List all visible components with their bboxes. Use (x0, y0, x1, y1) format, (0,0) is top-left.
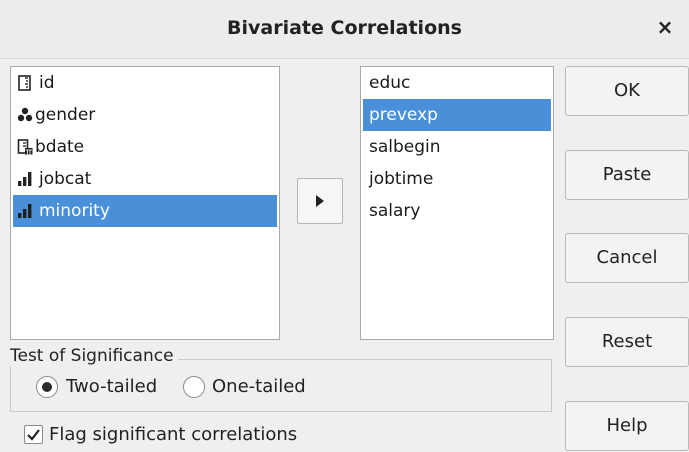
target-variable-list[interactable]: educ prevexp salbegin jobtime salary (360, 66, 554, 340)
two-tailed-radio[interactable] (36, 376, 58, 398)
ordinal-bars-icon (18, 172, 32, 186)
significance-group-label: Test of Significance (10, 346, 178, 366)
one-tailed-label[interactable]: One-tailed (212, 376, 306, 398)
nominal-icon (17, 107, 33, 122)
title-bar: Bivariate Correlations × (0, 0, 689, 59)
list-item[interactable]: bdate (13, 131, 277, 163)
list-item[interactable]: jobtime (363, 163, 551, 195)
radio-selected-dot (42, 382, 52, 392)
reset-button[interactable]: Reset (565, 317, 689, 367)
two-tailed-label[interactable]: Two-tailed (66, 376, 157, 398)
flag-significant-checkbox[interactable] (24, 425, 43, 444)
dialog-title: Bivariate Correlations (227, 17, 462, 39)
list-item-selected[interactable]: prevexp (363, 99, 551, 131)
scale-ruler-icon (18, 75, 31, 91)
list-item[interactable]: salbegin (363, 131, 551, 163)
list-item-label: id (39, 73, 55, 93)
checkmark-icon (27, 429, 40, 441)
ordinal-bars-icon (18, 204, 32, 218)
ok-button[interactable]: OK (565, 66, 689, 116)
close-icon[interactable]: × (653, 15, 677, 39)
list-item-label: gender (35, 105, 96, 125)
help-button[interactable]: Help (565, 401, 689, 451)
date-icon (17, 139, 33, 155)
list-item[interactable]: jobcat (13, 163, 277, 195)
one-tailed-radio[interactable] (183, 376, 205, 398)
flag-significant-label[interactable]: Flag significant correlations (49, 424, 297, 446)
list-item-label: prevexp (369, 105, 438, 125)
list-item[interactable]: salary (363, 195, 551, 227)
arrow-right-icon (316, 195, 324, 207)
cancel-button[interactable]: Cancel (565, 233, 689, 283)
list-item-selected[interactable]: minority (13, 195, 277, 227)
list-item-label: salbegin (369, 137, 441, 157)
list-item-label: educ (369, 73, 411, 93)
source-variable-list[interactable]: id gender bdate jobcat minority (10, 66, 280, 340)
move-variable-button[interactable] (297, 178, 343, 224)
list-item-label: jobtime (369, 169, 434, 189)
list-item[interactable]: id (13, 67, 277, 99)
list-item[interactable]: gender (13, 99, 277, 131)
list-item-label: minority (39, 201, 110, 221)
list-item-label: bdate (35, 137, 85, 157)
bivariate-correlations-dialog: Bivariate Correlations × id gender bdate… (0, 0, 689, 452)
list-item-label: jobcat (39, 169, 92, 189)
list-item[interactable]: educ (363, 67, 551, 99)
list-item-label: salary (369, 201, 421, 221)
paste-button[interactable]: Paste (565, 150, 689, 200)
